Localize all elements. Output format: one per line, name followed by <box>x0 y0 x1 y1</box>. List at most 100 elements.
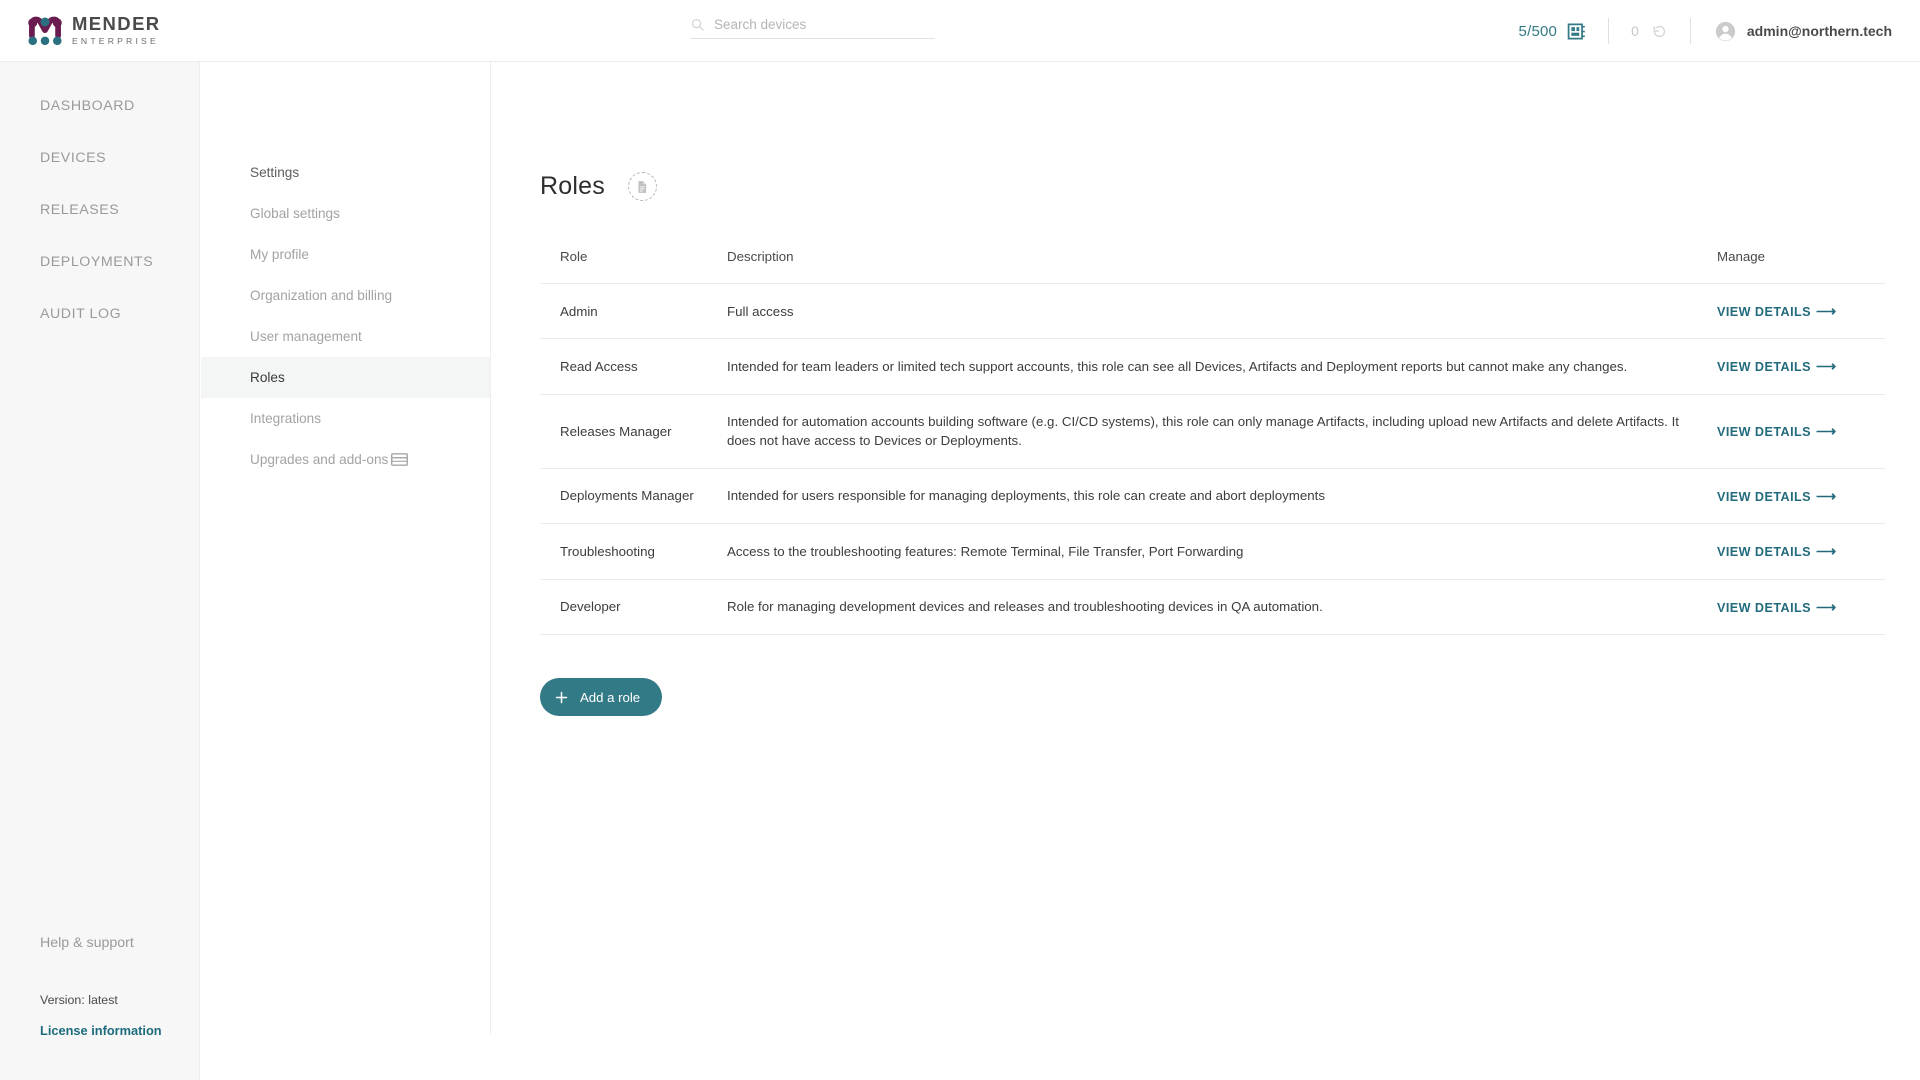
brand-logo[interactable]: MENDER ENTERPRISE <box>0 0 200 62</box>
device-count-group[interactable]: 5/500 <box>1497 0 1609 62</box>
manage-cell: VIEW DETAILS ⟶ <box>1705 579 1885 636</box>
arrow-right-icon: ⟶ <box>1816 598 1837 615</box>
table-header-row: Role Description Manage <box>540 249 1885 284</box>
sidebar-item-dashboard[interactable]: DASHBOARD <box>0 80 199 132</box>
manage-cell: VIEW DETAILS ⟶ <box>1705 523 1885 580</box>
arrow-right-icon: ⟶ <box>1816 487 1837 504</box>
user-email-label: admin@northern.tech <box>1746 23 1892 39</box>
subnav-label: Settings <box>250 165 300 180</box>
sidebar-item-devices[interactable]: DEVICES <box>0 132 199 184</box>
column-header-role: Role <box>540 249 715 284</box>
view-details-link[interactable]: VIEW DETAILS ⟶ <box>1717 598 1837 615</box>
header-right-cluster: 5/500 0 admin@northern.tech <box>1497 0 1920 62</box>
search-input[interactable] <box>714 17 914 32</box>
subnav-item-organization-and-billing[interactable]: Organization and billing <box>201 275 490 316</box>
table-row[interactable]: Admin Full access VIEW DETAILS ⟶ <box>540 283 1885 340</box>
license-information-link[interactable]: License information <box>40 1023 162 1038</box>
sidebar-item-deployments[interactable]: DEPLOYMENTS <box>0 236 199 288</box>
subnav-item-global-settings[interactable]: Global settings <box>201 193 490 234</box>
sidebar-item-releases[interactable]: RELEASES <box>0 184 199 236</box>
sidebar-item-audit-log[interactable]: AUDIT LOG <box>0 288 199 340</box>
subnav-item-integrations[interactable]: Integrations <box>201 398 490 439</box>
role-description-cell: Intended for users responsible for manag… <box>715 468 1705 525</box>
view-details-link[interactable]: VIEW DETAILS ⟶ <box>1717 543 1837 560</box>
chip-icon <box>1567 23 1585 39</box>
role-description-cell: Intended for team leaders or limited tec… <box>715 338 1705 395</box>
table-row[interactable]: Releases Manager Intended for automation… <box>540 394 1885 469</box>
column-header-description: Description <box>715 249 1705 284</box>
primary-sidebar: DASHBOARD DEVICES RELEASES DEPLOYMENTS A… <box>0 62 200 1080</box>
subnav-item-settings[interactable]: Settings <box>201 152 490 193</box>
table-row[interactable]: Read Access Intended for team leaders or… <box>540 338 1885 395</box>
role-name-cell: Admin <box>540 283 715 340</box>
role-description-cell: Role for managing development devices an… <box>715 579 1705 636</box>
mender-logo-icon <box>28 16 62 45</box>
view-details-link[interactable]: VIEW DETAILS ⟶ <box>1717 423 1837 440</box>
view-details-label: VIEW DETAILS <box>1717 360 1812 375</box>
subnav-item-user-management[interactable]: User management <box>201 316 490 357</box>
view-details-link[interactable]: VIEW DETAILS ⟶ <box>1717 487 1837 504</box>
arrow-right-icon: ⟶ <box>1816 303 1837 319</box>
refresh-icon <box>1653 25 1665 37</box>
role-name-cell: Developer <box>540 579 715 636</box>
view-details-link[interactable]: VIEW DETAILS ⟶ <box>1717 358 1837 375</box>
search-box[interactable] <box>690 17 935 39</box>
subnav-label: Upgrades and add-ons <box>250 452 389 467</box>
subnav-label: My profile <box>250 247 309 262</box>
add-role-button[interactable]: Add a role <box>540 678 663 716</box>
device-count-value: 5/500 <box>1518 22 1558 40</box>
role-name-cell: Read Access <box>540 338 715 395</box>
documentation-badge[interactable] <box>627 172 657 201</box>
document-icon <box>638 180 647 193</box>
arrow-right-icon: ⟶ <box>1816 423 1837 440</box>
subnav-label: Roles <box>250 370 285 385</box>
brand-name: MENDER <box>72 12 161 34</box>
table-row[interactable]: Troubleshooting Access to the troublesho… <box>540 523 1885 580</box>
user-menu[interactable]: admin@northern.tech <box>1691 21 1920 42</box>
account-circle-icon <box>1715 21 1736 41</box>
subnav-label: User management <box>250 329 362 344</box>
subnav-item-roles[interactable]: Roles <box>201 357 490 398</box>
role-description-cell: Intended for automation accounts buildin… <box>715 394 1705 469</box>
arrow-right-icon: ⟶ <box>1816 358 1837 375</box>
pending-count-value: 0 <box>1631 23 1639 39</box>
view-details-label: VIEW DETAILS <box>1717 600 1812 615</box>
settings-subnav: Settings Global settings My profile Orga… <box>201 62 491 1034</box>
view-details-label: VIEW DETAILS <box>1717 305 1812 319</box>
role-description-cell: Access to the troubleshooting features: … <box>715 523 1705 580</box>
manage-cell: VIEW DETAILS ⟶ <box>1705 394 1885 469</box>
subnav-item-my-profile[interactable]: My profile <box>201 234 490 275</box>
primary-nav-list: DASHBOARD DEVICES RELEASES DEPLOYMENTS A… <box>0 62 199 340</box>
roles-page: Roles Role Description Manage Admin Full… <box>492 62 1920 1080</box>
roles-table-body: Admin Full access VIEW DETAILS ⟶ Read Acc… <box>540 283 1885 636</box>
help-and-support-link[interactable]: Help & support <box>40 935 199 951</box>
role-name-cell: Troubleshooting <box>540 523 715 580</box>
role-name-cell: Releases Manager <box>540 394 715 469</box>
plus-icon <box>555 691 568 703</box>
arrow-right-icon: ⟶ <box>1816 543 1837 560</box>
credit-card-icon <box>391 453 408 466</box>
table-row[interactable]: Deployments Manager Intended for users r… <box>540 468 1885 525</box>
manage-cell: VIEW DETAILS ⟶ <box>1705 338 1885 395</box>
version-label: Version: latest <box>40 993 118 1007</box>
role-name-cell: Deployments Manager <box>540 468 715 525</box>
table-row[interactable]: Developer Role for managing development … <box>540 579 1885 636</box>
subnav-item-upgrades-and-add-ons[interactable]: Upgrades and add-ons <box>201 439 490 480</box>
brand-edition: ENTERPRISE <box>72 36 159 47</box>
roles-table-head: Role Description Manage <box>540 249 1885 284</box>
search-icon <box>691 18 704 31</box>
add-role-label: Add a role <box>580 689 641 705</box>
sidebar-footer: Help & support Version: latest License i… <box>0 935 199 1080</box>
view-details-link[interactable]: VIEW DETAILS ⟶ <box>1717 303 1837 319</box>
pending-devices-group[interactable]: 0 <box>1609 0 1690 62</box>
subnav-label: Global settings <box>250 206 340 221</box>
page-header: Roles <box>540 172 1860 201</box>
manage-cell: VIEW DETAILS ⟶ <box>1705 283 1885 340</box>
role-description-cell: Full access <box>715 283 1705 340</box>
manage-cell: VIEW DETAILS ⟶ <box>1705 468 1885 525</box>
roles-table: Role Description Manage Admin Full acces… <box>540 249 1885 636</box>
column-header-manage: Manage <box>1705 249 1885 284</box>
subnav-label: Organization and billing <box>250 288 393 303</box>
top-header: MENDER ENTERPRISE 5/500 0 <box>0 0 1920 62</box>
view-details-label: VIEW DETAILS <box>1717 425 1812 440</box>
